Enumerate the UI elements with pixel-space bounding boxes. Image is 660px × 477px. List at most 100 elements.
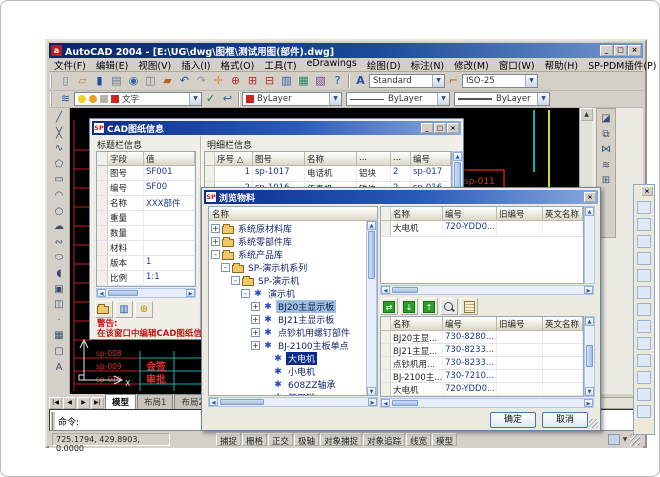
command-splitter[interactable]	[51, 412, 55, 430]
tree-item[interactable]: 开口销	[209, 391, 377, 396]
layers-icon[interactable]: ≋	[57, 91, 74, 107]
tab-model[interactable]: 模型	[105, 394, 136, 409]
chevron-down-icon[interactable]: ▼	[329, 93, 341, 105]
table-row[interactable]: 1 sp-1017 电话机 铝块 2 sp-017	[205, 166, 451, 182]
tree-item[interactable]: - 演示机	[209, 287, 377, 300]
table-row[interactable]: 图号 SF001	[97, 166, 195, 181]
expand-toggle[interactable]: +	[211, 237, 220, 246]
menu-item[interactable]: SP-PDM插件(P)	[583, 58, 660, 72]
layer-combo[interactable]: 文字 ▼	[74, 92, 202, 106]
status-toggle[interactable]: 极轴	[294, 433, 319, 446]
menu-item[interactable]: eDrawings	[302, 58, 362, 72]
expand-toggle[interactable]: +	[251, 341, 260, 350]
point-icon[interactable]: ·	[51, 313, 68, 329]
tree-item[interactable]: + 点钞机用螺钉部件	[209, 326, 377, 339]
column-header[interactable]: 名称	[305, 152, 357, 166]
menu-item[interactable]: 窗口(W)	[494, 58, 540, 72]
zoom-window-icon[interactable]: ⊞	[244, 73, 261, 89]
expand-toggle[interactable]: +	[251, 302, 260, 311]
column-header[interactable]: 旧编号	[497, 207, 543, 221]
search-icon[interactable]	[440, 298, 458, 315]
tree-item[interactable]: 小电机	[209, 365, 377, 378]
tree-item[interactable]: + 系统零部件库	[209, 235, 377, 248]
column-header[interactable]: 值	[144, 152, 195, 166]
move-up-icon[interactable]: ↑	[420, 298, 438, 315]
ok-button[interactable]: 确定	[490, 412, 536, 428]
undo-icon[interactable]: ↶	[176, 73, 193, 89]
menu-item[interactable]: 帮助(H)	[540, 58, 584, 72]
plot-preview-icon[interactable]: ◉	[125, 73, 142, 89]
offset-icon[interactable]: ≋	[598, 158, 615, 174]
multiline-text-icon[interactable]: A	[51, 360, 68, 376]
table-row[interactable]: 大电机 720-YDD0...	[381, 383, 583, 396]
expand-toggle[interactable]: -	[211, 250, 220, 259]
make-layer-current-icon[interactable]: ✓	[202, 91, 219, 107]
chevron-down-icon[interactable]: ▼	[432, 75, 444, 87]
table-row[interactable]: 重量	[97, 211, 195, 226]
table-row[interactable]: 数量	[97, 226, 195, 241]
menu-item[interactable]: 插入(I)	[176, 58, 215, 72]
menu-item[interactable]: 标注(N)	[406, 58, 450, 72]
add-item-icon[interactable]: ⊕	[135, 301, 153, 318]
cad-info-title-bar[interactable]: SP CAD图纸信息 _ □ ×	[92, 121, 461, 135]
tab-prev-button[interactable]: ◀	[63, 397, 76, 409]
minimize-button[interactable]: _	[421, 123, 433, 133]
table-row[interactable]: BJ20主显... 730-8280...	[381, 331, 583, 344]
region-icon[interactable]: ▢	[51, 344, 68, 360]
tree-hscrollbar[interactable]: ◀▶	[208, 397, 378, 407]
table-row[interactable]: 名称 XXX部件	[97, 196, 195, 211]
tree-item[interactable]: 608ZZ轴承	[209, 378, 377, 391]
tree-item[interactable]: + BJ20主显示板	[209, 300, 377, 313]
command-prompt[interactable]: 命令:	[58, 415, 79, 428]
tab-first-button[interactable]: |◀	[49, 397, 62, 409]
top-table-hscrollbar[interactable]: ◀▶	[380, 285, 594, 295]
column-header[interactable]: 英文名称	[543, 317, 583, 331]
status-toggle[interactable]: 正交	[268, 433, 293, 446]
redo-icon[interactable]: ↷	[193, 73, 210, 89]
dim-style-icon[interactable]: ⌐	[445, 73, 462, 89]
tree-vscrollbar[interactable]: ▲ ▼	[366, 221, 377, 396]
scroll-up-icon[interactable]: ▲	[580, 108, 593, 121]
spline-icon[interactable]: ∾	[51, 235, 68, 251]
tree-item[interactable]: - SP-演示机	[209, 274, 377, 287]
column-header[interactable]: 名称	[391, 317, 443, 331]
rectangle-icon[interactable]: ▭	[51, 172, 68, 188]
column-header[interactable]: 编号	[411, 152, 451, 166]
toolbar-grip[interactable]	[50, 74, 54, 88]
revision-cloud-icon[interactable]: ☁	[51, 219, 68, 235]
status-menu-icon[interactable]: ▼	[620, 436, 630, 443]
tree-item[interactable]: + BJ21主显示板	[209, 313, 377, 326]
table-row[interactable]: BJ21主显... 730-8233...	[381, 344, 583, 357]
polygon-icon[interactable]: ⬠	[51, 157, 68, 173]
chevron-down-icon[interactable]: ▼	[525, 75, 537, 87]
menu-item[interactable]: 工具(T)	[259, 58, 301, 72]
status-toggle[interactable]: 线宽	[406, 433, 431, 446]
window-resize-grip[interactable]	[630, 434, 640, 446]
expand-toggle[interactable]: +	[251, 315, 260, 324]
tab-last-button[interactable]: ▶|	[91, 397, 104, 409]
tree-item[interactable]: - 系统产品库	[209, 248, 377, 261]
tree-header[interactable]: 名称	[209, 207, 377, 221]
toolbar-grip[interactable]	[50, 92, 54, 106]
match-properties-icon[interactable]: ▰	[159, 73, 176, 89]
color-combo[interactable]: ByLayer ▼	[242, 92, 342, 106]
close-button[interactable]: ×	[628, 45, 641, 56]
status-toggle[interactable]: 捕捉	[216, 433, 241, 446]
tree-item[interactable]: + 系统原材料库	[209, 222, 377, 235]
menu-item[interactable]: 绘图(D)	[362, 58, 406, 72]
title-bar[interactable]: a AutoCAD 2004 - [E:\UG\dwg\图框\测试用图(部件).…	[49, 43, 643, 58]
close-icon[interactable]: ×	[641, 186, 653, 196]
expand-toggle[interactable]: +	[211, 224, 220, 233]
menu-item[interactable]: 编辑(E)	[91, 58, 133, 72]
plot-icon[interactable]: ▤	[108, 73, 125, 89]
table-row[interactable]: 版本 1	[97, 256, 195, 271]
copy-object-icon[interactable]: ⧉	[598, 127, 615, 143]
tree-item[interactable]: + BJ-2100主板单点	[209, 339, 377, 352]
pan-icon[interactable]: ✛	[210, 73, 227, 89]
table-row[interactable]: 材料	[97, 241, 195, 256]
expand-toggle[interactable]: -	[221, 263, 230, 272]
hatch-icon[interactable]: ▦	[51, 328, 68, 344]
zoom-realtime-icon[interactable]: ⊕	[227, 73, 244, 89]
menu-item[interactable]: 文件(F)	[49, 58, 91, 72]
status-toggle[interactable]: 栅格	[242, 433, 267, 446]
